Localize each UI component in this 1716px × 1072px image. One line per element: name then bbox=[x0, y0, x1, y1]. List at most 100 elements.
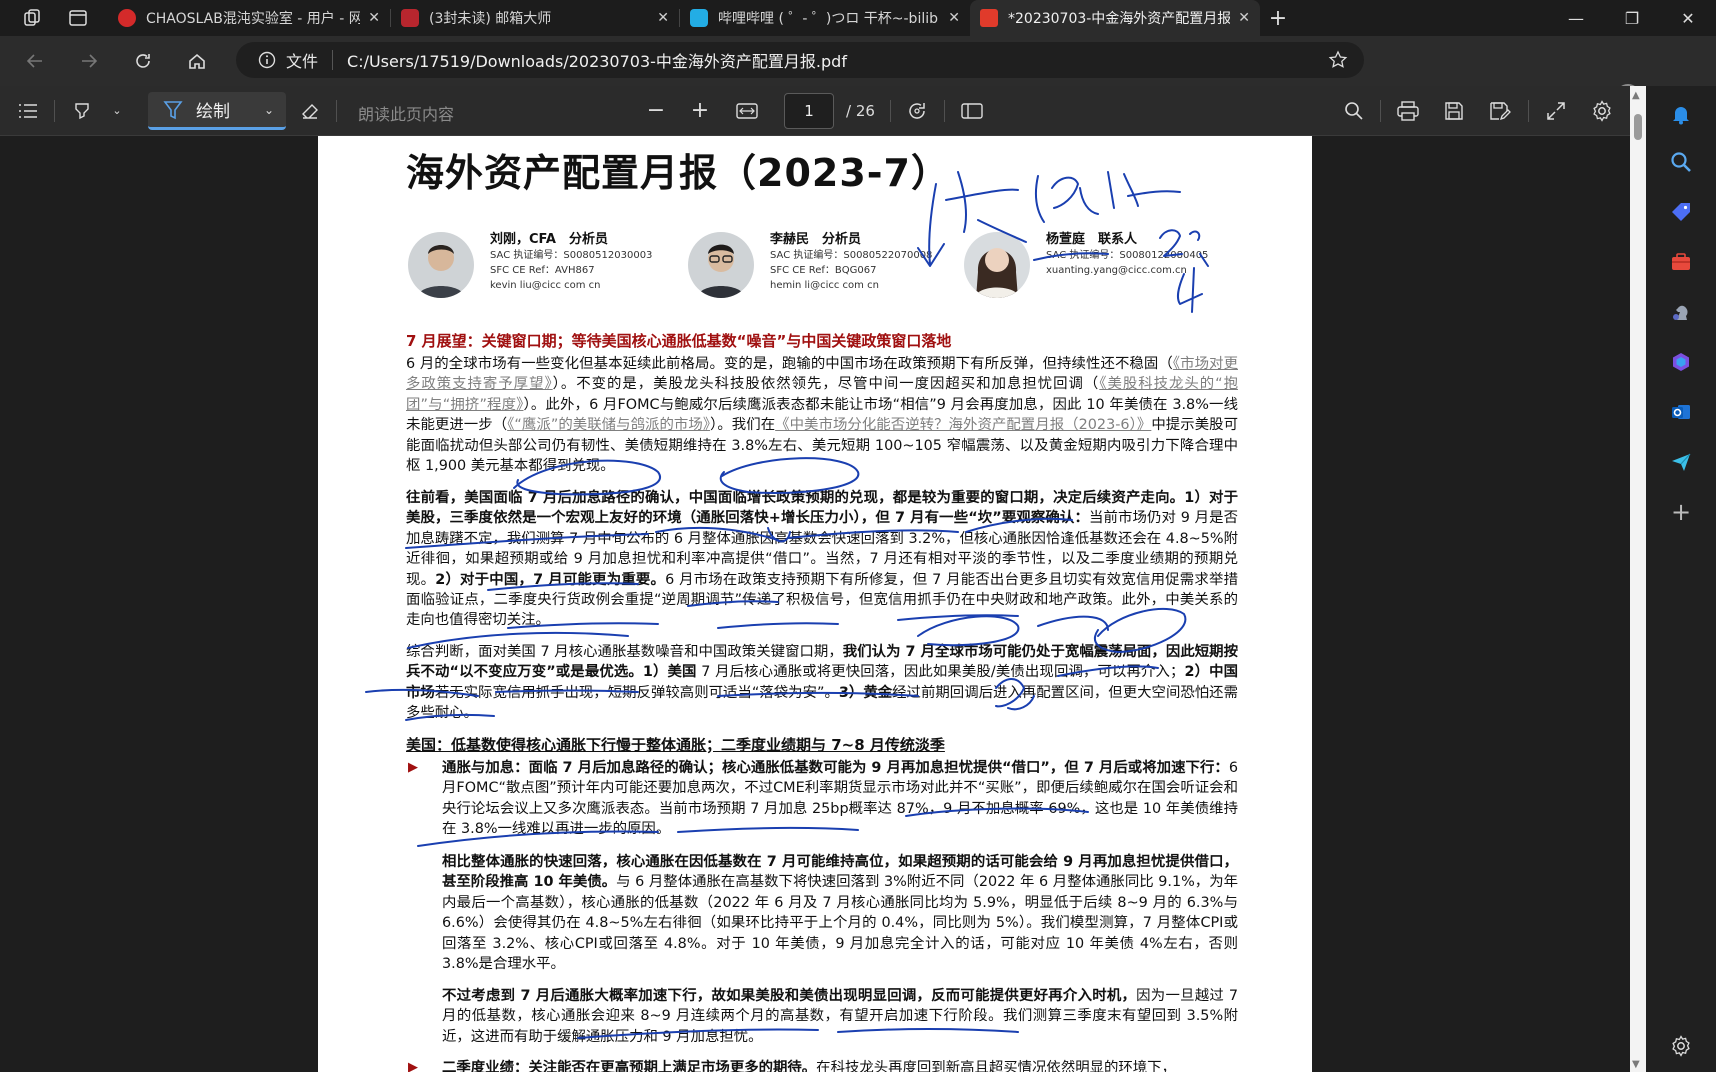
zoom-in-icon[interactable]: + bbox=[690, 86, 710, 136]
scroll-down-arrow-icon[interactable]: ▼ bbox=[1632, 1059, 1640, 1070]
restore-button[interactable]: ❐ bbox=[1604, 0, 1660, 36]
paragraph: 综合判断，面对美国 7 月核心通胀基数噪音和中国政策关键窗口期，我们认为 7 月… bbox=[406, 642, 1238, 724]
toolbar-divider bbox=[336, 100, 337, 122]
ink-stroke bbox=[1035, 171, 1181, 223]
author-email[interactable]: hemin li@cicc com cn bbox=[770, 278, 932, 293]
edge-sidebar: + bbox=[1646, 86, 1716, 1072]
tab-mail[interactable]: (3封未读) 邮箱大师 ✕ bbox=[391, 0, 679, 36]
search-sidebar-icon[interactable] bbox=[1667, 148, 1695, 176]
author-email[interactable]: kevin liu@cicc com cn bbox=[490, 278, 652, 293]
tools-briefcase-icon[interactable] bbox=[1667, 248, 1695, 276]
report-link[interactable]: 《“鹰派”的美联储与鸽派的市场》 bbox=[507, 417, 710, 433]
close-tab-icon[interactable]: ✕ bbox=[368, 10, 380, 26]
shopping-tag-icon[interactable] bbox=[1667, 198, 1695, 226]
ink-stroke bbox=[945, 171, 1027, 243]
new-tab-button[interactable]: + bbox=[1260, 0, 1296, 36]
address-bar[interactable]: 文件 C:/Users/17519/Downloads/20230703-中金海… bbox=[236, 42, 1364, 78]
tab-bilibili[interactable]: 哔哩哔哩 ( ゜- ゜)つロ 干杯~-bilib ✕ bbox=[680, 0, 970, 36]
para-text: 综合判断，面对美国 7 月核心通胀基数噪音和中国政策关键窗口期， bbox=[406, 644, 843, 660]
print-icon[interactable] bbox=[1394, 86, 1422, 136]
scrollbar-thumb[interactable] bbox=[1634, 114, 1642, 140]
author-name: 杨萱庭 联系人 bbox=[1046, 232, 1138, 247]
zoom-out-icon[interactable]: − bbox=[646, 86, 666, 136]
tab-actions-icon[interactable] bbox=[60, 0, 96, 36]
close-tab-icon[interactable]: ✕ bbox=[948, 10, 960, 26]
contents-icon[interactable] bbox=[14, 86, 42, 136]
author-info: SAC 执证编号：S0080122080405 xuanting.yang@ci… bbox=[1046, 248, 1208, 278]
author-photo bbox=[408, 232, 474, 298]
microsoft-365-icon[interactable] bbox=[1667, 348, 1695, 376]
close-tab-icon[interactable]: ✕ bbox=[657, 10, 669, 26]
para-text: ）。不变的是，美股龙头科技股依然领先，尽管中间一度因超买和加息担忧回调（ bbox=[552, 376, 1100, 393]
address-divider bbox=[332, 50, 334, 70]
draw-pen-icon bbox=[163, 100, 183, 119]
forward-button[interactable] bbox=[62, 36, 116, 86]
toolbar-divider bbox=[1528, 100, 1529, 122]
section-title: 美国：低基数使得核心通胀下行慢于整体通胀；二季度业绩期与 7~8 月传统淡季 bbox=[406, 736, 945, 754]
read-aloud-button[interactable]: 朗读此页内容 bbox=[358, 101, 454, 125]
back-button[interactable] bbox=[8, 36, 62, 86]
close-window-button[interactable]: ✕ bbox=[1660, 0, 1716, 36]
scroll-up-arrow-icon[interactable]: ▲ bbox=[1632, 90, 1640, 101]
favorite-star-icon[interactable] bbox=[1328, 50, 1348, 74]
author-sfc: SFC CE Ref：AVH867 bbox=[490, 265, 595, 276]
bullet-paragraph: 通胀与加息：面临 7 月后加息路径的确认；核心通胀低基数可能为 9 月再加息担忧… bbox=[442, 758, 1238, 840]
close-tab-icon[interactable]: ✕ bbox=[1238, 10, 1250, 26]
para-text: 在科技龙头再度回到新高且超买情况依然明显的环境下， bbox=[816, 1060, 1176, 1072]
document-title: 海外资产配置月报（2023-7） bbox=[406, 151, 950, 195]
bullet-paragraph: 相比整体通胀的快速回落，核心通胀在因低基数在 7 月可能维持高位，如果超预期的话… bbox=[442, 852, 1238, 974]
workspaces-icon[interactable] bbox=[14, 0, 50, 36]
para-text: 若无实际宽信用抓手出现，短期反弹较高则可适当“落袋为安”。 bbox=[434, 684, 839, 701]
para-text: 6 月的全球市场有一些变化但基本延续此前格局。变的是，跑输的中国市场在政策预期下… bbox=[406, 356, 1173, 372]
page-number-input[interactable]: 1 bbox=[784, 93, 834, 129]
add-sidebar-app-icon[interactable]: + bbox=[1667, 498, 1695, 526]
sidebar-settings-gear-icon[interactable] bbox=[1667, 1032, 1695, 1060]
rotate-icon[interactable] bbox=[904, 86, 930, 136]
search-icon[interactable] bbox=[1340, 86, 1368, 136]
author-email[interactable]: xuanting.yang@cicc.com.cn bbox=[1046, 263, 1208, 278]
send-paper-plane-icon[interactable] bbox=[1667, 448, 1695, 476]
toolbar-divider bbox=[54, 100, 55, 122]
full-screen-icon[interactable] bbox=[1542, 86, 1570, 136]
url-text[interactable]: C:/Users/17519/Downloads/20230703-中金海外资产… bbox=[347, 48, 847, 72]
section-title: 7 月展望：关键窗口期；等待美国核心通胀低基数“噪音”与中国关键政策窗口落地 bbox=[406, 332, 952, 350]
home-button[interactable] bbox=[170, 36, 224, 86]
report-link[interactable]: 《中美市场分化能否逆转？海外资产配置月报（2023-6）》 bbox=[775, 417, 1151, 433]
save-as-icon[interactable] bbox=[1486, 86, 1514, 136]
draw-dropdown-chevron-icon[interactable]: ⌄ bbox=[264, 103, 274, 117]
para-bold: 不过考虑到 7 月后通胀大概率加速下行，故如果美股和美债出现明显回调，反而可能提… bbox=[442, 988, 1137, 1004]
outlook-icon[interactable] bbox=[1667, 398, 1695, 426]
author-photo bbox=[964, 232, 1030, 298]
fit-width-icon[interactable] bbox=[734, 86, 760, 136]
para-text: ）。我们在 bbox=[710, 417, 776, 434]
author-sac: SAC 执证编号：S0080522070008 bbox=[770, 250, 933, 261]
games-chess-icon[interactable] bbox=[1667, 298, 1695, 326]
highlight-icon[interactable] bbox=[68, 86, 96, 136]
site-info-button[interactable]: 文件 bbox=[258, 48, 318, 72]
home-icon bbox=[189, 53, 205, 69]
draw-button[interactable]: 绘制 ⌄ bbox=[148, 92, 286, 130]
vertical-scrollbar[interactable]: ▲ ▼ bbox=[1630, 86, 1646, 1072]
draw-label: 绘制 bbox=[196, 102, 230, 122]
para-bold: 1）美国 bbox=[642, 664, 697, 681]
paragraph: 6 月的全球市场有一些变化但基本延续此前格局。变的是，跑输的中国市场在政策预期下… bbox=[406, 354, 1238, 476]
pdf-toolbar: ⌄ 绘制 ⌄ 朗读此页内容 − + 1 / 26 bbox=[0, 86, 1632, 136]
save-icon[interactable] bbox=[1440, 86, 1468, 136]
tab-chaoslab[interactable]: CHAOSLAB混沌实验室 - 用户 - 网 ✕ bbox=[108, 0, 390, 36]
highlight-dropdown-chevron-icon[interactable]: ⌄ bbox=[108, 86, 126, 136]
refresh-button[interactable] bbox=[116, 36, 170, 86]
pdf-icon bbox=[980, 9, 998, 27]
tab-pdf-active[interactable]: *20230703-中金海外资产配置月报 ✕ bbox=[970, 0, 1260, 36]
eraser-icon[interactable] bbox=[296, 86, 324, 136]
notifications-bell-icon[interactable] bbox=[1667, 100, 1695, 128]
para-text: 7 月后核心通胀或将更快回落，因此如果美股/美债出现回调，可以再介入； bbox=[696, 664, 1185, 681]
tab-title: *20230703-中金海外资产配置月报 bbox=[1008, 11, 1231, 27]
author-sfc: SFC CE Ref：BQG067 bbox=[770, 265, 877, 276]
author-name: 李赫民 分析员 bbox=[770, 232, 862, 247]
pdf-settings-gear-icon[interactable] bbox=[1588, 86, 1616, 136]
bilibili-icon bbox=[690, 9, 708, 27]
page-view-icon[interactable] bbox=[958, 86, 986, 136]
tab-title: 哔哩哔哩 ( ゜- ゜)つロ 干杯~-bilib bbox=[718, 11, 939, 27]
author-photo bbox=[688, 232, 754, 298]
minimize-button[interactable]: — bbox=[1548, 0, 1604, 36]
